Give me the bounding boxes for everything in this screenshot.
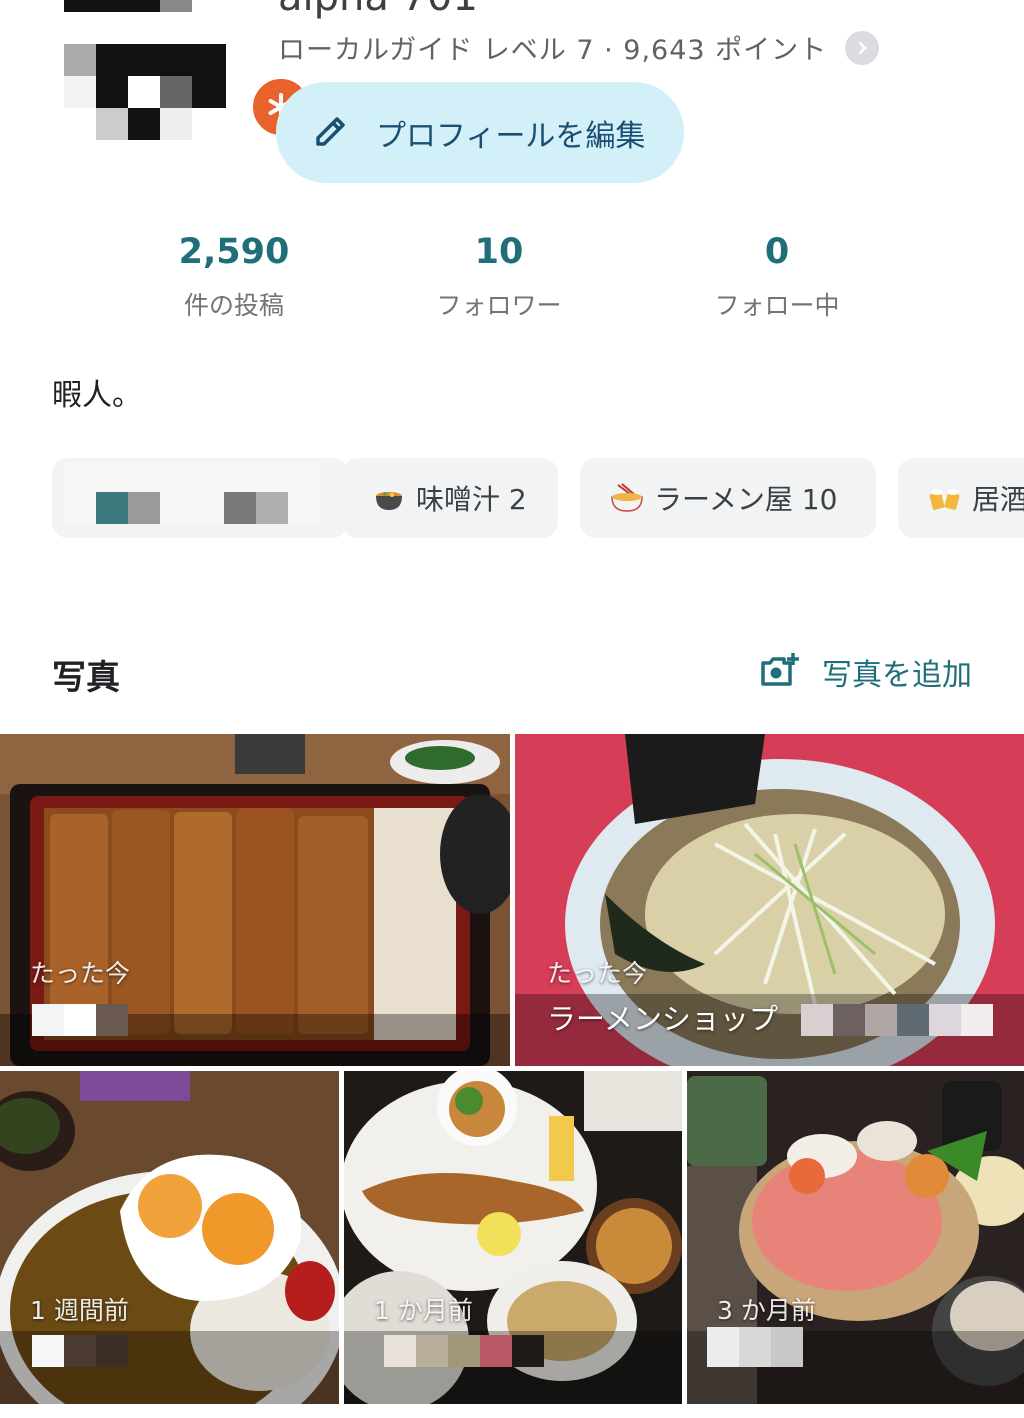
profile-bio: 暇人。 <box>52 378 142 413</box>
stat-label: フォロワー <box>436 291 562 320</box>
redacted-place <box>32 1335 128 1367</box>
stat-posts[interactable]: 2,590 件の投稿 <box>124 232 344 322</box>
redacted-place <box>384 1335 544 1367</box>
photo-tile[interactable]: たった今 <box>0 734 510 1066</box>
guide-level-row[interactable]: ローカルガイド レベル 7 · 9,643 ポイント <box>278 28 880 67</box>
redacted-place <box>32 1004 128 1036</box>
chip-miso-soup[interactable]: 味噌汁 2 <box>342 458 558 538</box>
chip-label: ラーメン屋 10 <box>654 483 838 516</box>
stat-value: 0 <box>764 232 790 272</box>
photo-time: たった今 <box>30 959 131 988</box>
stat-followers[interactable]: 10 フォロワー <box>389 232 609 322</box>
chip-ramen[interactable]: ラーメン屋 10 <box>580 458 876 538</box>
photo-tile[interactable]: 1 か月前 <box>344 1071 682 1404</box>
stat-label: 件の投稿 <box>183 291 284 320</box>
pencil-icon <box>312 112 350 154</box>
profile-name: alpha 701 <box>278 0 478 20</box>
stat-value: 2,590 <box>178 232 290 272</box>
stat-label: フォロー中 <box>714 291 840 320</box>
guide-level-text: ローカルガイド レベル 7 · 9,643 ポイント <box>278 35 828 66</box>
chip-redacted[interactable] <box>52 458 348 538</box>
redacted-place <box>801 1004 993 1036</box>
redacted-place <box>707 1327 803 1367</box>
add-photo-camera-icon <box>760 651 800 693</box>
beer-mugs-icon <box>928 483 962 513</box>
chip-label: 居酒 <box>972 483 1024 516</box>
pot-icon <box>372 483 406 513</box>
chevron-right-icon[interactable] <box>845 30 880 65</box>
photos-heading: 写真 <box>52 658 120 698</box>
edit-profile-label: プロフィールを編集 <box>376 118 646 154</box>
photo-tile[interactable]: 3 か月前 <box>687 1071 1024 1404</box>
photo-time: 1 週間前 <box>30 1296 129 1325</box>
stat-value: 10 <box>474 232 524 272</box>
ramen-icon <box>610 483 644 513</box>
photo-place: ラーメンショップ <box>547 1002 778 1036</box>
chip-izakaya[interactable]: 居酒 <box>898 458 1024 538</box>
photo-time: 3 か月前 <box>717 1296 816 1325</box>
category-chips: 味噌汁 2 ラーメン屋 10 居酒 <box>52 458 1024 540</box>
photo-time: 1 か月前 <box>374 1296 473 1325</box>
edit-profile-button[interactable]: プロフィールを編集 <box>276 82 684 183</box>
photo-time: たった今 <box>547 959 648 988</box>
add-photo-label: 写真を追加 <box>822 658 972 693</box>
add-photo-button[interactable]: 写真を追加 <box>760 650 972 694</box>
avatar[interactable] <box>60 0 312 150</box>
photo-tile[interactable]: 1 週間前 <box>0 1071 339 1404</box>
chip-label: 味噌汁 2 <box>416 483 527 516</box>
photo-tile[interactable]: たった今 ラーメンショップ <box>515 734 1024 1066</box>
stat-following[interactable]: 0 フォロー中 <box>667 232 887 322</box>
